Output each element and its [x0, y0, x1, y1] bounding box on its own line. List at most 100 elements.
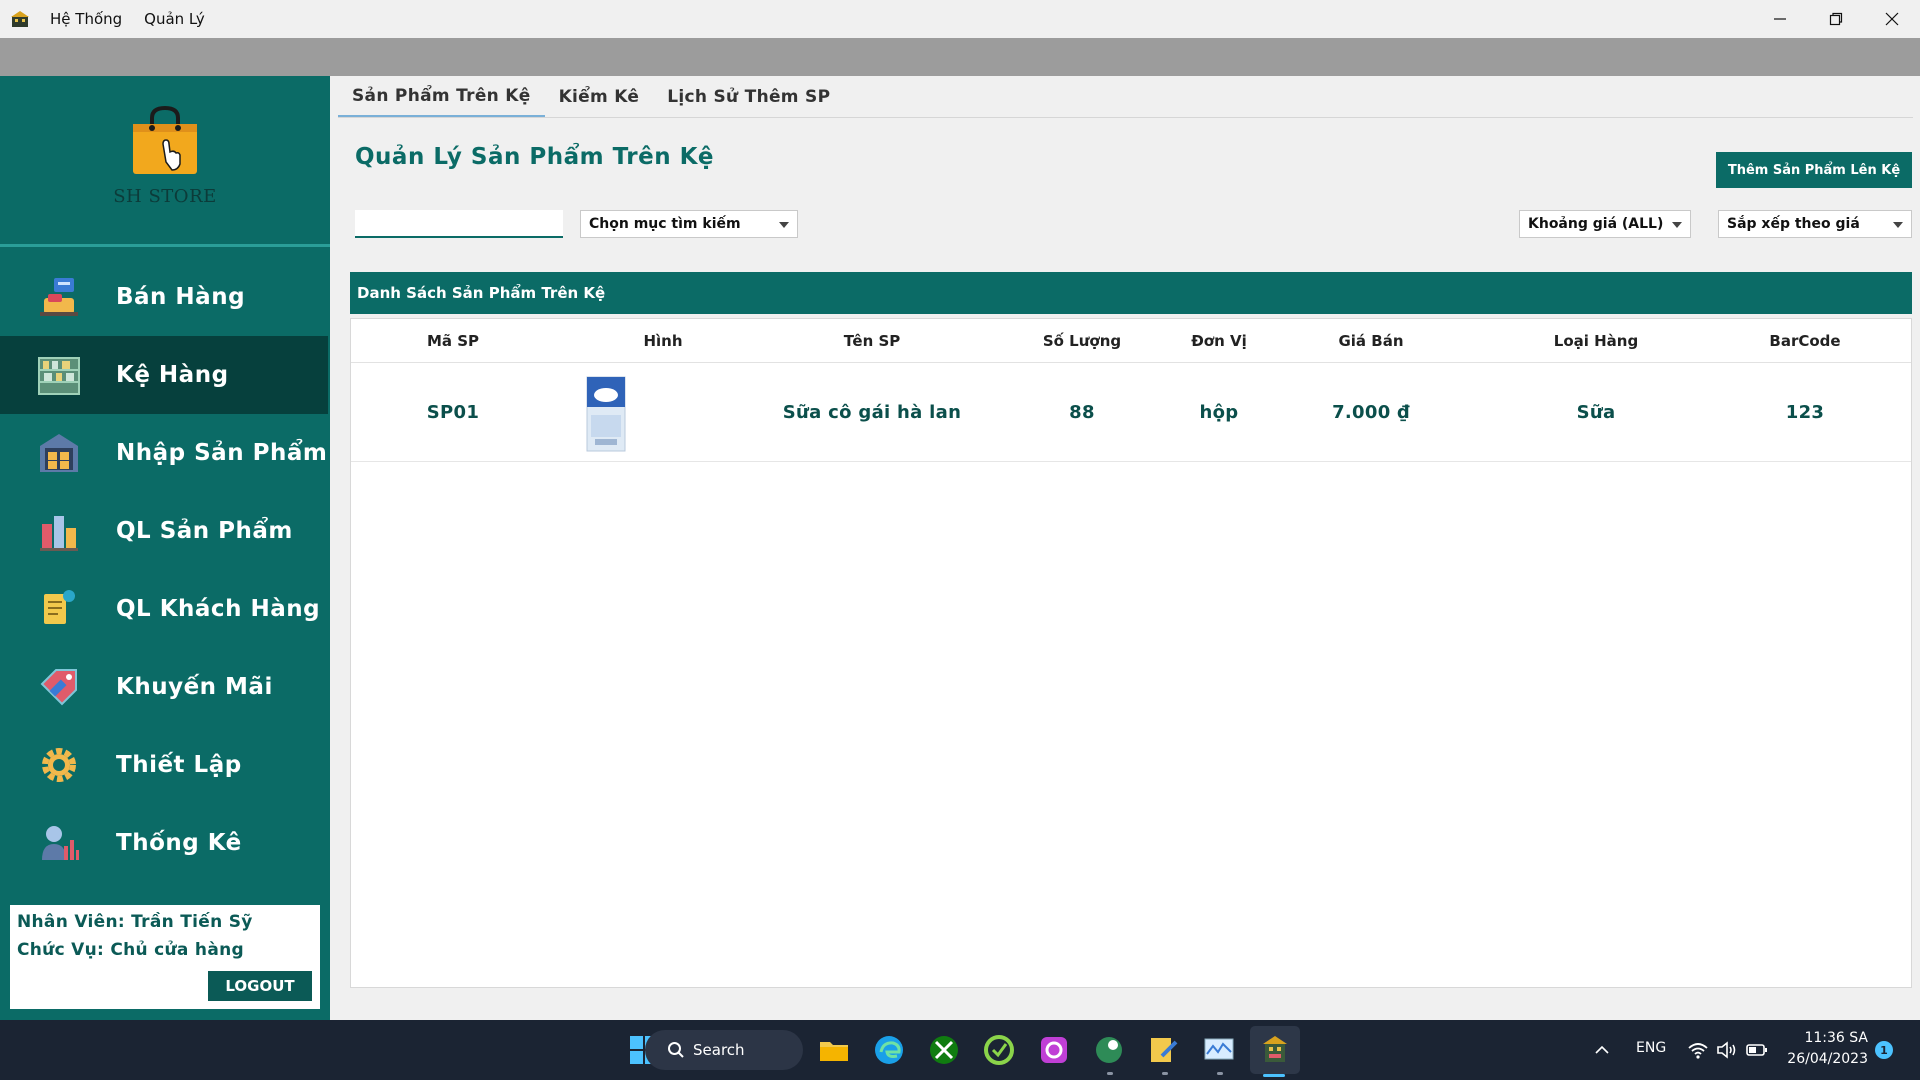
table-row[interactable]: SP01 Sữa cô gái hà lan 88 hộp 7.000 ₫ Sữ…	[351, 363, 1911, 462]
cell-category: Sữa	[1576, 402, 1616, 423]
sidebar-item-label: QL Sản Phẩm	[116, 518, 293, 544]
running-indicator	[1217, 1072, 1223, 1075]
cell-barcode: 123	[1785, 402, 1825, 423]
warehouse-icon	[40, 434, 78, 472]
title-bar: Hệ Thống Quản Lý	[0, 0, 1920, 38]
wifi-icon[interactable]	[1687, 1040, 1709, 1060]
column-header-loai-hang[interactable]: Loại Hàng	[1554, 319, 1638, 363]
statistics-icon	[42, 826, 79, 860]
restore-button[interactable]	[1808, 0, 1864, 38]
tab-bar: Sản Phẩm Trên Kệ Kiểm Kê Lịch Sử Thêm SP	[338, 76, 844, 118]
menu-quan-ly[interactable]: Quản Lý	[144, 10, 205, 28]
chevron-up-icon[interactable]	[1594, 1042, 1610, 1058]
notification-badge[interactable]: 1	[1875, 1041, 1893, 1059]
taskbar-search[interactable]: Search	[645, 1030, 803, 1070]
products-icon	[40, 516, 78, 551]
app-green-circle-icon[interactable]	[1093, 1034, 1125, 1066]
search-field-select[interactable]: Chọn mục tìm kiếm	[580, 210, 798, 238]
minimize-button[interactable]	[1752, 0, 1808, 38]
column-header-ma-sp[interactable]: Mã SP	[427, 319, 479, 363]
tab-divider	[338, 117, 1913, 118]
sh-store-app-icon[interactable]	[1259, 1034, 1291, 1066]
cell-product-code: SP01	[426, 402, 480, 423]
column-header-hinh[interactable]: Hình	[643, 319, 682, 363]
sidebar-item-khuyen-mai[interactable]: Khuyến Mãi	[0, 648, 330, 726]
chevron-down-icon	[779, 222, 789, 228]
restore-icon	[1829, 12, 1843, 26]
clock-date[interactable]: 26/04/2023	[1780, 1051, 1868, 1067]
minimize-icon	[1774, 18, 1786, 20]
store-logo: SH STORE	[0, 76, 330, 244]
chevron-down-icon	[1893, 222, 1903, 228]
search-input[interactable]	[355, 210, 563, 238]
sidebar-item-nhap-san-pham[interactable]: Nhập Sản Phẩm	[0, 414, 330, 492]
main-content: Sản Phẩm Trên Kệ Kiểm Kê Lịch Sử Thêm SP…	[330, 76, 1920, 1020]
close-button[interactable]	[1864, 0, 1920, 38]
edge-browser-icon[interactable]	[873, 1034, 905, 1066]
table-header: Mã SP Hình Tên SP Số Lượng Đơn Vị Giá Bá…	[351, 319, 1911, 363]
sidebar-item-label: Thống Kê	[116, 830, 242, 856]
battery-icon[interactable]	[1746, 1042, 1768, 1058]
sidebar-item-label: Nhập Sản Phẩm	[116, 440, 328, 466]
xbox-icon[interactable]	[928, 1034, 960, 1066]
shelf-icon	[38, 357, 80, 395]
file-explorer-icon[interactable]	[818, 1034, 850, 1066]
tab-san-pham-tren-ke[interactable]: Sản Phẩm Trên Kệ	[338, 76, 545, 118]
column-header-gia-ban[interactable]: Giá Bán	[1338, 319, 1403, 363]
sort-price-select[interactable]: Sắp xếp theo giá	[1718, 210, 1912, 238]
sidebar-item-thiet-lap[interactable]: Thiết Lập	[0, 726, 330, 804]
taskbar-search-label: Search	[693, 1041, 745, 1059]
sidebar-item-label: Kệ Hàng	[116, 362, 229, 388]
column-header-ten-sp[interactable]: Tên SP	[844, 319, 901, 363]
price-range-select-value: Khoảng giá (ALL)	[1528, 216, 1664, 232]
tab-lich-su-them-sp[interactable]: Lịch Sử Thêm SP	[653, 76, 844, 118]
customer-icon	[44, 590, 75, 624]
sidebar-item-label: Khuyến Mãi	[116, 674, 273, 700]
column-header-barcode[interactable]: BarCode	[1769, 319, 1840, 363]
taskbar: Search ENG 11:36 SA 26/04/2023 1	[0, 1020, 1920, 1080]
chevron-down-icon	[1672, 222, 1682, 228]
app-green-icon[interactable]	[983, 1034, 1015, 1066]
language-indicator[interactable]: ENG	[1636, 1040, 1666, 1056]
window-controls	[1752, 0, 1920, 38]
volume-icon[interactable]	[1716, 1040, 1738, 1060]
clock-time[interactable]: 11:36 SA	[1788, 1030, 1868, 1046]
price-range-select[interactable]: Khoảng giá (ALL)	[1519, 210, 1691, 238]
sell-icon	[40, 278, 78, 316]
sidebar-item-ql-khach-hang[interactable]: QL Khách Hàng	[0, 570, 330, 648]
sidebar-item-label: QL Khách Hàng	[116, 596, 321, 622]
toolbar-strip	[0, 38, 1920, 76]
sidebar-item-ke-hang[interactable]: Kệ Hàng	[0, 336, 328, 414]
app-monitor-icon[interactable]	[1203, 1034, 1235, 1066]
menu-he-thong[interactable]: Hệ Thống	[50, 10, 122, 28]
page-title: Quản Lý Sản Phẩm Trên Kệ	[355, 144, 715, 170]
employee-name: Nhân Viên: Trần Tiến Sỹ	[17, 912, 253, 932]
employee-role: Chức Vụ: Chủ cửa hàng	[17, 940, 244, 960]
sidebar-item-ql-san-pham[interactable]: QL Sản Phẩm	[0, 492, 330, 570]
column-header-so-luong[interactable]: Số Lượng	[1043, 319, 1121, 363]
cell-price: 7.000 ₫	[1332, 402, 1410, 423]
logo-text: SH STORE	[113, 186, 217, 207]
sidebar-item-label: Bán Hàng	[116, 284, 246, 310]
search-icon	[668, 1042, 684, 1058]
cell-unit: hộp	[1199, 402, 1239, 423]
shopping-bag-icon	[133, 105, 197, 174]
running-indicator	[1107, 1072, 1113, 1075]
column-header-don-vi[interactable]: Đơn Vị	[1191, 319, 1247, 363]
running-indicator	[1162, 1072, 1168, 1075]
user-info-panel: Nhân Viên: Trần Tiến Sỹ Chức Vụ: Chủ cửa…	[10, 905, 320, 1009]
logout-button[interactable]: LOGOUT	[208, 971, 312, 1001]
app-purple-icon[interactable]	[1038, 1034, 1070, 1066]
tab-kiem-ke[interactable]: Kiểm Kê	[545, 76, 654, 118]
sidebar-divider	[0, 244, 330, 247]
app-tools-icon[interactable]	[1148, 1034, 1180, 1066]
sort-price-select-value: Sắp xếp theo giá	[1727, 216, 1860, 232]
product-list-header: Danh Sách Sản Phẩm Trên Kệ	[350, 272, 1912, 314]
app-icon	[11, 11, 29, 27]
add-product-to-shelf-button[interactable]: Thêm Sản Phẩm Lên Kệ	[1716, 152, 1912, 188]
sidebar-item-ban-hang[interactable]: Bán Hàng	[0, 258, 330, 336]
cell-quantity: 88	[1069, 402, 1095, 423]
gear-icon	[42, 748, 76, 782]
sidebar-item-thong-ke[interactable]: Thống Kê	[0, 804, 330, 882]
sidebar-item-label: Thiết Lập	[116, 752, 242, 778]
